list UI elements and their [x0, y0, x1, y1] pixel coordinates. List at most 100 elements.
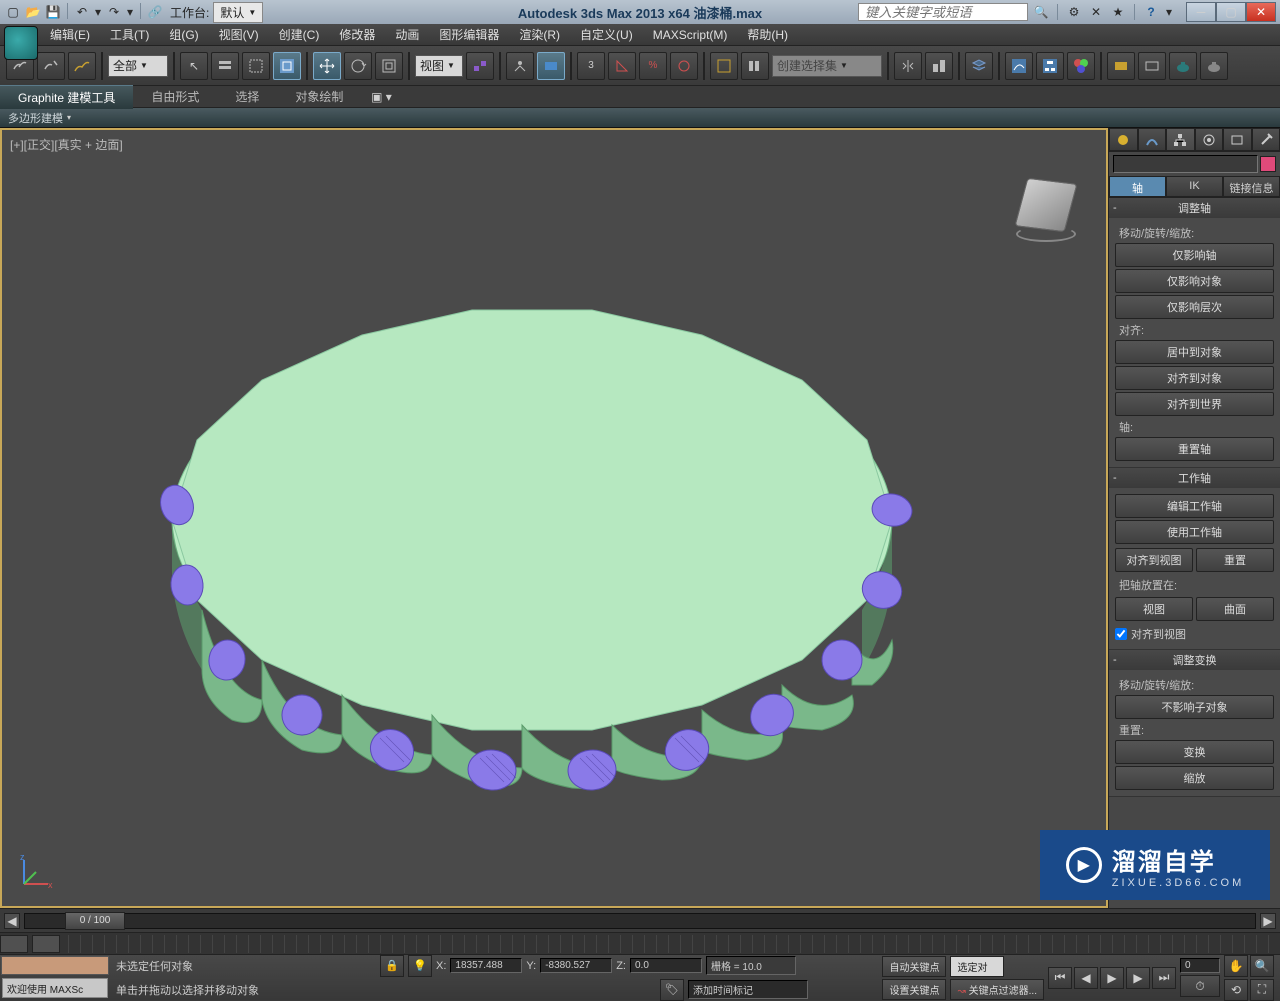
scale-icon[interactable] — [375, 52, 403, 80]
help-dd-icon[interactable]: ▾ — [1164, 3, 1174, 21]
favorite-icon[interactable]: ★ — [1109, 3, 1127, 21]
menu-group[interactable]: 组(G) — [159, 23, 208, 46]
ribbon-tab-graphite[interactable]: Graphite 建模工具 — [0, 85, 133, 109]
schematic-icon[interactable] — [1036, 52, 1064, 80]
affect-object-button[interactable]: 仅影响对象 — [1115, 269, 1274, 293]
viewcube[interactable] — [1006, 170, 1086, 250]
wp-reset-button[interactable]: 重置 — [1196, 548, 1274, 572]
material-editor-icon[interactable] — [1067, 52, 1095, 80]
render-prod-icon[interactable] — [1200, 52, 1228, 80]
pivot-center-icon[interactable] — [466, 52, 494, 80]
nav-pan-icon[interactable]: ✋ — [1224, 955, 1248, 977]
rollout-header-adjust-pivot[interactable]: -调整轴 — [1109, 198, 1280, 218]
nav-zoom-icon[interactable]: 🔍 — [1250, 955, 1274, 977]
move-icon[interactable] — [313, 52, 341, 80]
time-config-icon[interactable]: ⏱ — [1180, 975, 1220, 997]
curve-editor-icon[interactable] — [1005, 52, 1033, 80]
current-frame-input[interactable]: 0 — [1180, 958, 1220, 973]
subribbon-polymodel[interactable]: 多边形建模 — [8, 110, 63, 126]
panel-tab-utilities[interactable] — [1252, 128, 1280, 151]
menu-tools[interactable]: 工具(T) — [100, 23, 159, 46]
time-slider-thumb[interactable]: 0 / 100 — [65, 912, 125, 930]
keyfilter-button[interactable]: ↝ 关键点过滤器... — [950, 979, 1044, 1000]
named-selset-mgr-icon[interactable] — [741, 52, 769, 80]
next-frame-icon[interactable]: ▶ — [1126, 967, 1150, 989]
panel-tab-create[interactable] — [1109, 128, 1138, 151]
selection-filter-dropdown[interactable]: 全部▼ — [108, 55, 168, 77]
viewport-canvas[interactable] — [2, 130, 1070, 872]
percent-snap-icon[interactable]: % — [639, 52, 667, 80]
reset-transform-button[interactable]: 变换 — [1115, 740, 1274, 764]
menu-customize[interactable]: 自定义(U) — [570, 23, 643, 46]
goto-end-icon[interactable]: ⏭ — [1152, 967, 1176, 989]
render-setup-icon[interactable] — [1107, 52, 1135, 80]
mirror-icon[interactable] — [894, 52, 922, 80]
select-rect-icon[interactable] — [242, 52, 270, 80]
redo-icon[interactable]: ↷ — [105, 3, 123, 21]
affect-pivot-button[interactable]: 仅影响轴 — [1115, 243, 1274, 267]
select-icon[interactable]: ↖ — [180, 52, 208, 80]
goto-start-icon[interactable]: ⏮ — [1048, 967, 1072, 989]
minimize-button[interactable]: ─ — [1186, 2, 1216, 22]
time-next-icon[interactable]: ▶ — [1260, 913, 1276, 929]
subscription-icon[interactable]: ⚙ — [1065, 3, 1083, 21]
keyboard-shortcut-icon[interactable] — [537, 52, 565, 80]
menu-help[interactable]: 帮助(H) — [737, 23, 798, 46]
align-to-object-button[interactable]: 对齐到对象 — [1115, 366, 1274, 390]
z-coord-input[interactable]: 0.0 — [630, 958, 702, 973]
rollout-header-adjust-transform[interactable]: -调整变换 — [1109, 650, 1280, 670]
setkey-button[interactable]: 设置关键点 — [882, 979, 946, 1000]
menu-create[interactable]: 创建(C) — [269, 23, 330, 46]
x-coord-input[interactable]: 18357.488 — [450, 958, 522, 973]
time-prev-icon[interactable]: ◀ — [4, 913, 20, 929]
wp-align-view-button[interactable]: 对齐到视图 — [1115, 548, 1193, 572]
select-name-icon[interactable] — [211, 52, 239, 80]
menu-grapheditor[interactable]: 图形编辑器 — [429, 23, 509, 46]
y-coord-input[interactable]: -8380.527 — [540, 958, 612, 973]
subtab-ik[interactable]: IK — [1166, 176, 1223, 197]
ribbon-tab-freeform[interactable]: 自由形式 — [133, 85, 217, 108]
menu-maxscript[interactable]: MAXScript(M) — [643, 25, 738, 45]
workspace-dropdown[interactable]: 默认 ▼ — [213, 2, 263, 23]
snap-3-icon[interactable]: 3 — [577, 52, 605, 80]
layers-icon[interactable] — [965, 52, 993, 80]
rollout-header-working-pivot[interactable]: -工作轴 — [1109, 468, 1280, 488]
window-crossing-icon[interactable] — [273, 52, 301, 80]
reset-scale-button[interactable]: 缩放 — [1115, 766, 1274, 790]
new-icon[interactable]: ▢ — [4, 3, 22, 21]
selection-set-dropdown[interactable]: 创建选择集▼ — [772, 55, 882, 77]
subtab-pivot[interactable]: 轴 — [1109, 176, 1166, 197]
place-view-button[interactable]: 视图 — [1115, 597, 1193, 621]
add-time-tag-label[interactable]: 添加时间标记 — [688, 980, 808, 999]
undo-icon[interactable]: ↶ — [73, 3, 91, 21]
prev-frame-icon[interactable]: ◀ — [1074, 967, 1098, 989]
maximize-button[interactable]: ▢ — [1216, 2, 1246, 22]
ribbon-expand-icon[interactable]: ▣ ▾ — [369, 89, 393, 105]
help-icon[interactable]: ? — [1142, 3, 1160, 21]
unlink-tool-icon[interactable] — [37, 52, 65, 80]
object-color-swatch[interactable] — [1260, 156, 1276, 172]
nav-maximize-icon[interactable]: ⛶ — [1250, 979, 1274, 1001]
isolate-icon[interactable]: 💡 — [408, 955, 432, 977]
track-ruler[interactable] — [68, 935, 1276, 953]
ribbon-tab-objectpaint[interactable]: 对象绘制 — [277, 85, 361, 108]
nav-orbit-icon[interactable]: ⟲ — [1224, 979, 1248, 1001]
refcoord-dropdown[interactable]: 视图▼ — [415, 55, 463, 77]
play-icon[interactable]: ▶ — [1100, 967, 1124, 989]
spinner-snap-icon[interactable] — [670, 52, 698, 80]
render-frame-icon[interactable] — [1138, 52, 1166, 80]
no-affect-children-button[interactable]: 不影响子对象 — [1115, 695, 1274, 719]
search-input[interactable] — [858, 3, 1028, 21]
edit-wp-button[interactable]: 编辑工作轴 — [1115, 494, 1274, 518]
close-button[interactable]: ✕ — [1246, 2, 1276, 22]
autokey-button[interactable]: 自动关键点 — [882, 956, 946, 977]
link-icon[interactable]: 🔗 — [146, 3, 164, 21]
panel-tab-display[interactable] — [1223, 128, 1252, 151]
render-teapot-icon[interactable] — [1169, 52, 1197, 80]
exchange-icon[interactable]: ✕ — [1087, 3, 1105, 21]
menu-modifiers[interactable]: 修改器 — [329, 23, 385, 46]
bind-tool-icon[interactable] — [68, 52, 96, 80]
ribbon-tab-selection[interactable]: 选择 — [217, 85, 277, 108]
use-wp-button[interactable]: 使用工作轴 — [1115, 520, 1274, 544]
open-icon[interactable]: 📂 — [24, 3, 42, 21]
